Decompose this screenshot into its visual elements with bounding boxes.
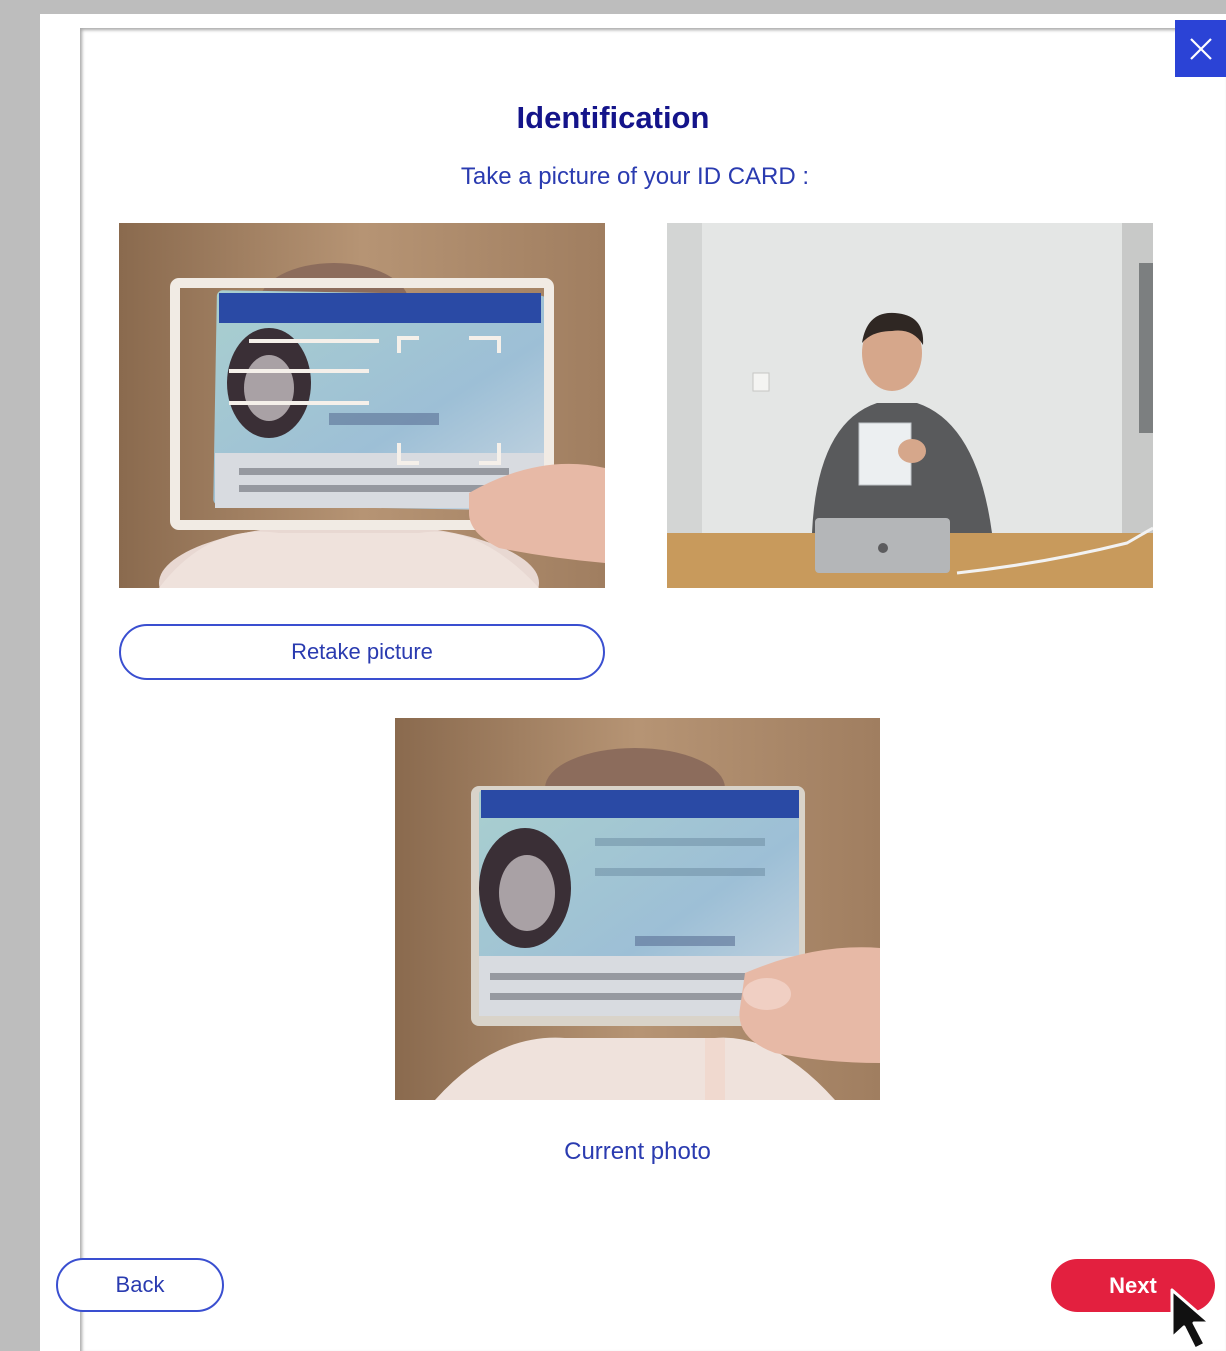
example-capture-photo <box>119 223 605 588</box>
example-person-photo <box>667 223 1153 588</box>
retake-picture-button[interactable]: Retake picture <box>119 624 605 680</box>
page-title: Identification <box>516 100 710 135</box>
mouse-pointer-icon <box>1170 1288 1212 1351</box>
instruction-text: Take a picture of your ID CARD : <box>460 163 810 190</box>
back-button[interactable]: Back <box>56 1258 224 1312</box>
current-photo <box>395 718 880 1100</box>
current-photo-caption: Current photo <box>564 1138 711 1165</box>
close-button[interactable] <box>1175 20 1226 77</box>
close-icon <box>1189 37 1212 60</box>
